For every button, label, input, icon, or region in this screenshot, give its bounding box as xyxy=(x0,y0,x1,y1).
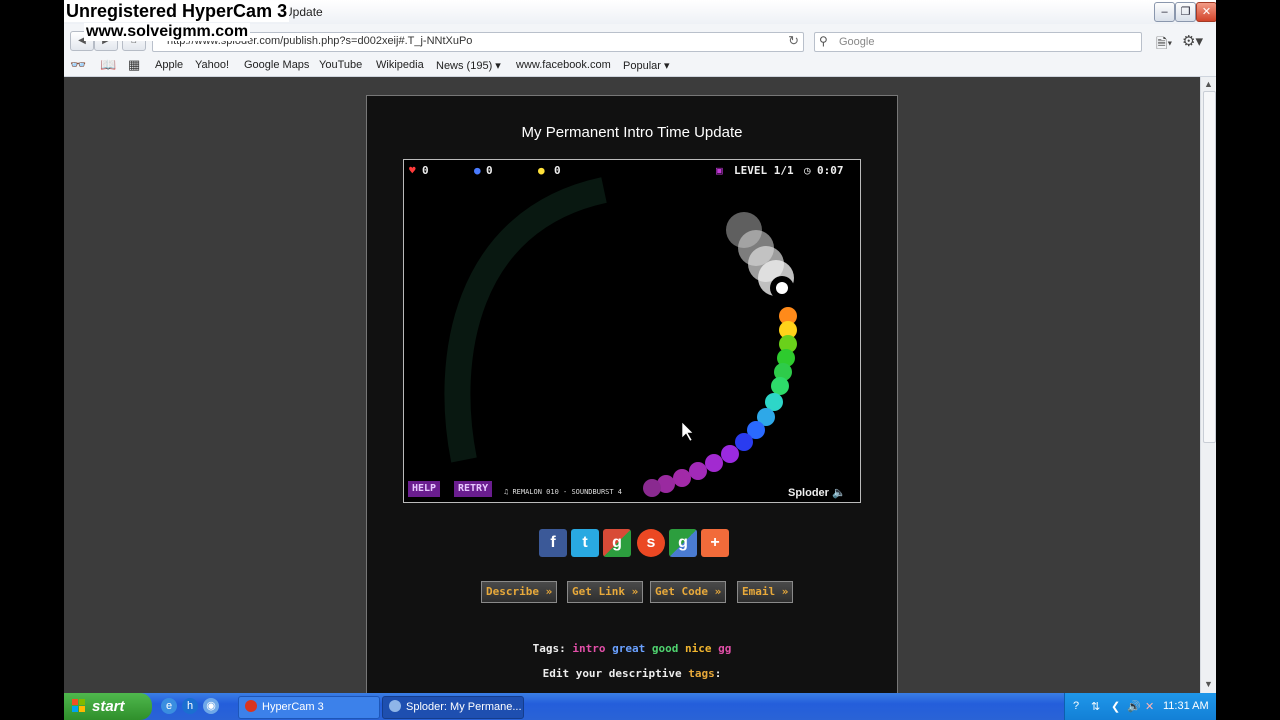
chevron-left-icon[interactable]: ❮ xyxy=(1111,700,1120,713)
add-share-icon[interactable]: + xyxy=(701,529,729,557)
edit-tags-line: Edit your descriptive tags: xyxy=(367,667,897,680)
close-button[interactable]: ✕ xyxy=(1196,2,1216,22)
tag-link[interactable]: intro xyxy=(572,642,605,655)
describe-button[interactable]: Describe » xyxy=(481,581,558,603)
bookmark-wikipedia[interactable]: Wikipedia xyxy=(376,59,424,71)
watermark-title: Unregistered HyperCam 3 xyxy=(64,1,290,22)
network-disconnected-icon[interactable]: ✕ xyxy=(1145,700,1154,713)
vertical-scrollbar[interactable]: ▲ ▼ xyxy=(1200,77,1216,693)
search-placeholder: Google xyxy=(839,36,875,48)
edit-tags-prefix: Edit your descriptive xyxy=(542,667,682,680)
game-timer: 0:07 xyxy=(817,164,844,177)
windows-flag-icon xyxy=(72,699,85,712)
email-button[interactable]: Email » xyxy=(737,581,794,603)
network-tray-icon[interactable]: ⇅ xyxy=(1091,700,1100,713)
reading-glasses-icon[interactable]: 👓 xyxy=(70,57,86,73)
taskbar: start e h ◉ HyperCam 3 Sploder: My Perma… xyxy=(64,693,1216,720)
browser-quicklaunch-icon[interactable]: ◉ xyxy=(203,698,219,714)
sploder-brand: Sploder xyxy=(788,487,829,499)
level-label: LEVEL 1/1 xyxy=(734,164,794,177)
hearts-count: 0 xyxy=(422,164,429,177)
gear-icon[interactable]: ⚙▾ xyxy=(1182,32,1203,50)
grid-icon[interactable]: ▦ xyxy=(128,57,140,73)
taskbar-item-label: HyperCam 3 xyxy=(262,701,324,713)
browser-icon xyxy=(389,700,401,712)
tags-label: Tags: xyxy=(532,642,566,655)
page-content: My Permanent Intro Time Update ♥ 0 ● 0 ●… xyxy=(64,77,1200,693)
bookmark-youtube[interactable]: YouTube xyxy=(319,59,362,71)
game-canvas[interactable]: ♥ 0 ● 0 ● 0 ▣ LEVEL 1/1 ◷ 0:07 HELP RETR… xyxy=(403,159,861,503)
bookmark-popular[interactable]: Popular ▾ xyxy=(623,59,670,72)
tag-link[interactable]: good xyxy=(652,642,679,655)
bookmarks-bar: 👓 📖 ▦ Apple Yahoo! Google Maps YouTube W… xyxy=(64,54,1216,77)
taskbar-clock: 11:31 AM xyxy=(1163,700,1209,712)
taskbar-item-hypercam[interactable]: HyperCam 3 xyxy=(238,696,380,719)
start-label: start xyxy=(92,698,125,715)
bookmark-google-maps[interactable]: Google Maps xyxy=(244,59,309,71)
google-plus-share-icon[interactable]: g xyxy=(669,529,697,557)
start-button[interactable]: start xyxy=(64,693,152,720)
system-tray: ? ⇅ ❮ 🔊 ✕ 11:31 AM xyxy=(1064,693,1216,720)
volume-icon[interactable]: 🔊 xyxy=(1127,700,1141,713)
hypercam-icon xyxy=(245,700,257,712)
get-code-button[interactable]: Get Code » xyxy=(650,581,727,603)
reload-icon[interactable]: ↻ xyxy=(788,33,799,49)
window-title: Update xyxy=(284,5,323,19)
bookmark-news-label: News (195) xyxy=(436,60,493,72)
level-icon: ▣ xyxy=(716,164,723,177)
sound-icon[interactable]: 🔈 xyxy=(832,487,846,499)
help-button[interactable]: HELP xyxy=(408,481,441,497)
tag-link[interactable]: gg xyxy=(718,642,731,655)
search-input[interactable]: ⚲ Google xyxy=(814,32,1142,52)
stumbleupon-share-icon[interactable]: s xyxy=(637,529,665,557)
restore-button[interactable]: ❐ xyxy=(1175,2,1196,22)
edit-tags-suffix: : xyxy=(714,667,722,680)
heart-icon: ♥ xyxy=(409,164,416,177)
sploder-logo: Sploder 🔈 xyxy=(788,486,846,499)
clock-icon: ◷ xyxy=(804,164,811,177)
scroll-up-icon[interactable]: ▲ xyxy=(1204,79,1213,89)
twitter-share-icon[interactable]: t xyxy=(571,529,599,557)
tag-link[interactable]: great xyxy=(612,642,645,655)
bookmark-popular-label: Popular xyxy=(623,60,661,72)
scroll-down-icon[interactable]: ▼ xyxy=(1204,679,1213,689)
music-note-icon: ♫ xyxy=(504,488,509,496)
taskbar-item-sploder[interactable]: Sploder: My Permane... xyxy=(382,696,524,719)
edit-tags-link[interactable]: tags xyxy=(688,667,715,680)
google-share-icon[interactable]: g xyxy=(603,529,631,557)
bookmark-apple[interactable]: Apple xyxy=(155,59,183,71)
bookmark-facebook[interactable]: www.facebook.com xyxy=(516,59,611,71)
game-graphics xyxy=(444,177,797,497)
help-tray-icon[interactable]: ? xyxy=(1073,700,1079,712)
facebook-share-icon[interactable]: f xyxy=(539,529,567,557)
tags-line: Tags: intro great good nice gg xyxy=(367,642,897,655)
bookmark-news[interactable]: News (195) ▾ xyxy=(436,59,501,72)
blue-count: 0 xyxy=(486,164,493,177)
desktop-screen: Update – ❐ ✕ ◀ ▶ ⌂ http://www.sploder.co… xyxy=(64,0,1216,720)
get-link-button[interactable]: Get Link » xyxy=(567,581,644,603)
bookmark-yahoo[interactable]: Yahoo! xyxy=(195,59,229,71)
search-icon: ⚲ xyxy=(819,34,828,48)
music-track: ♫ REMALON 010 - SOUNDBURST 4 xyxy=(504,488,622,496)
taskbar-item-label: Sploder: My Permane... xyxy=(406,701,522,713)
hp-quicklaunch-icon[interactable]: h xyxy=(182,698,198,714)
yellow-count: 0 xyxy=(554,164,561,177)
game-panel: My Permanent Intro Time Update ♥ 0 ● 0 ●… xyxy=(366,95,898,693)
yellow-orb-icon: ● xyxy=(538,164,545,177)
retry-button[interactable]: RETRY xyxy=(454,481,493,497)
music-track-label: REMALON 010 - SOUNDBURST 4 xyxy=(512,488,623,496)
blue-orb-icon: ● xyxy=(474,164,481,177)
minimize-button[interactable]: – xyxy=(1154,2,1175,22)
tag-link[interactable]: nice xyxy=(685,642,712,655)
watermark-url: www.solveigmm.com xyxy=(84,23,251,41)
scroll-thumb[interactable] xyxy=(1203,91,1216,443)
page-title: My Permanent Intro Time Update xyxy=(521,124,743,141)
book-icon[interactable]: 📖 xyxy=(100,57,116,73)
ie-quicklaunch-icon[interactable]: e xyxy=(161,698,177,714)
